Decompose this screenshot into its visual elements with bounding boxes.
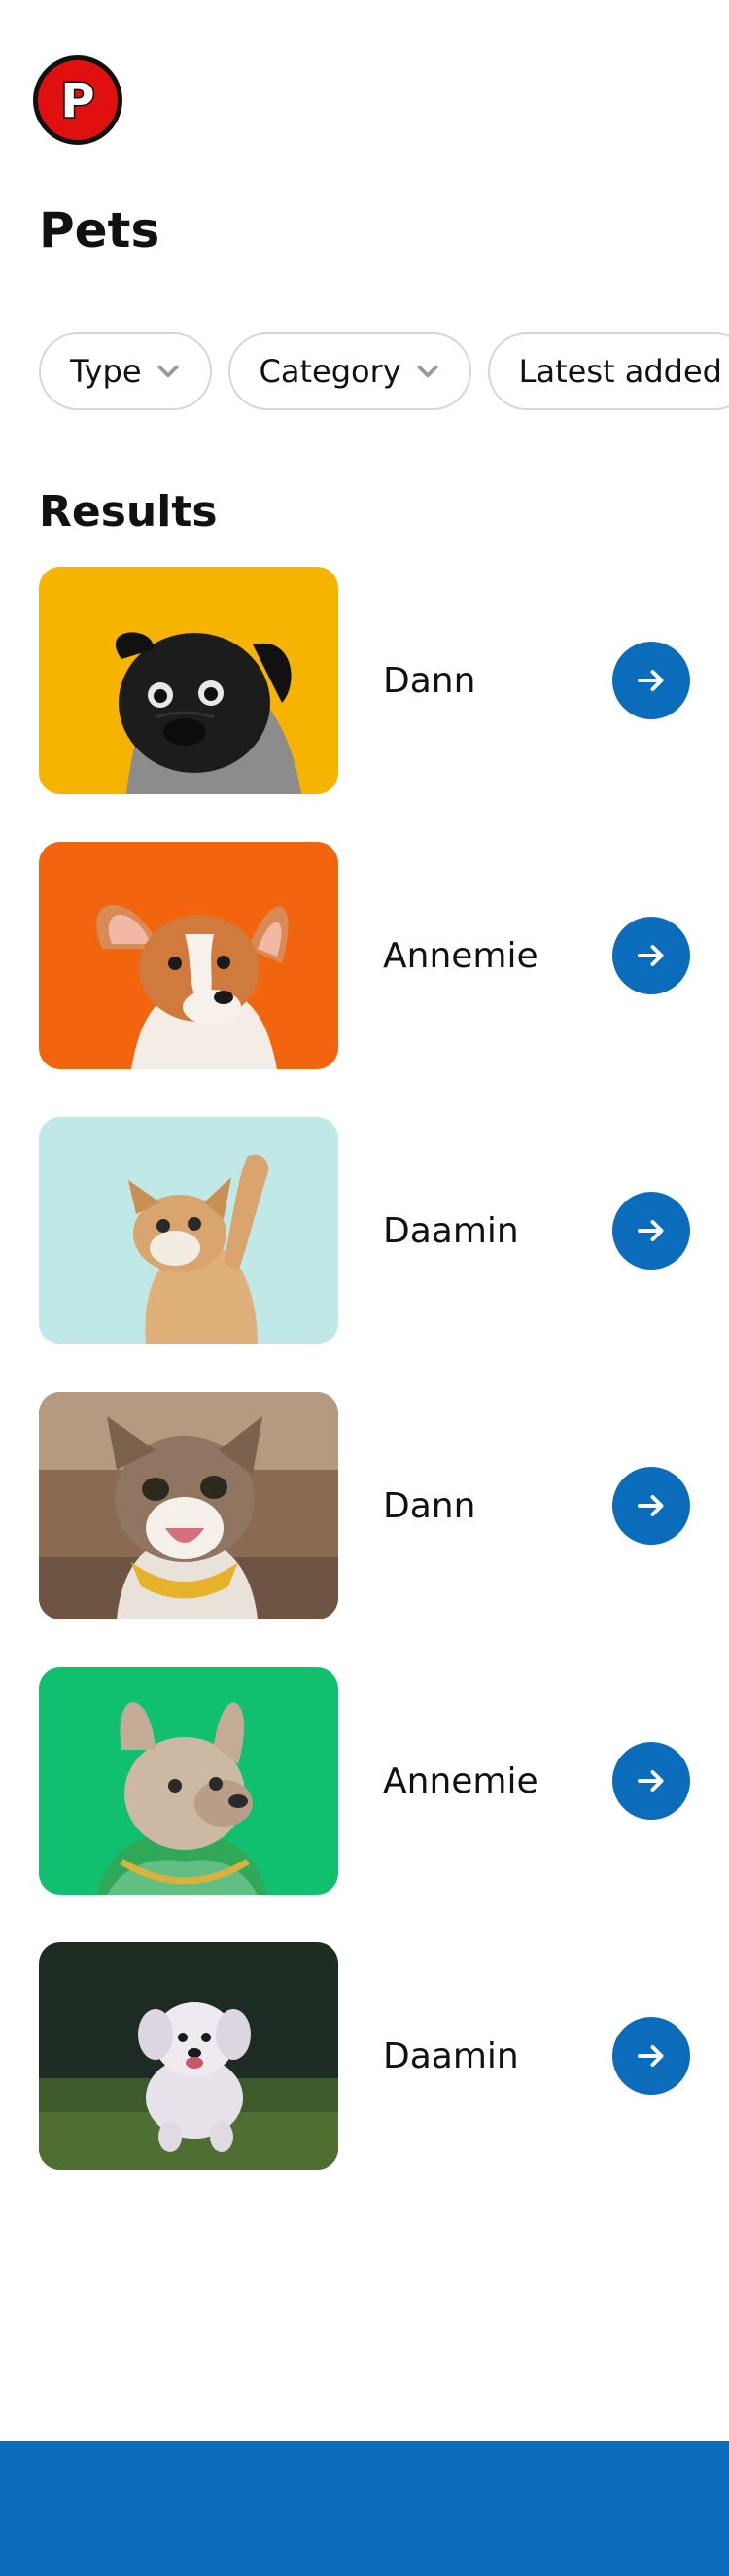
pet-photo[interactable] (39, 1942, 338, 2170)
open-pet-button[interactable] (612, 2017, 690, 2095)
list-item[interactable]: Dann (39, 567, 690, 794)
open-pet-button[interactable] (612, 1742, 690, 1820)
pet-name: Dann (383, 1485, 476, 1526)
pet-name: Daamin (383, 1210, 519, 1251)
pet-photo[interactable] (39, 1117, 338, 1344)
pet-photo[interactable] (39, 1667, 338, 1895)
list-item[interactable]: Annemie (39, 1667, 690, 1895)
pet-name: Annemie (383, 1760, 538, 1801)
pet-photo[interactable] (39, 842, 338, 1069)
logo-letter: P (59, 74, 96, 128)
list-item[interactable]: Annemie (39, 842, 690, 1069)
pet-photo[interactable] (39, 1392, 338, 1619)
pet-photo[interactable] (39, 567, 338, 794)
open-pet-button[interactable] (612, 917, 690, 994)
filter-latest-added-label: Latest added (518, 353, 722, 390)
filter-latest-added-button[interactable]: Latest added (487, 332, 729, 410)
list-item[interactable]: Daamin (39, 1117, 690, 1344)
open-pet-button[interactable] (612, 1192, 690, 1270)
filter-type-button[interactable]: Type (39, 332, 212, 410)
arrow-right-icon (638, 2045, 664, 2067)
results-title: Results (39, 487, 218, 537)
open-pet-button[interactable] (612, 1467, 690, 1545)
pet-name: Annemie (383, 935, 538, 976)
chevron-down-icon (415, 359, 440, 384)
list-item[interactable]: Daamin (39, 1942, 690, 2170)
page-title: Pets (39, 202, 160, 259)
arrow-right-icon (638, 1495, 664, 1516)
filter-category-label: Category (259, 353, 401, 390)
filter-category-button[interactable]: Category (227, 332, 471, 410)
open-pet-button[interactable] (612, 642, 690, 719)
pet-name: Dann (383, 660, 476, 701)
filter-type-label: Type (70, 353, 142, 390)
filter-bar: Type Category Latest added (39, 332, 729, 410)
chevron-down-icon (156, 359, 181, 384)
app-logo[interactable]: P (33, 55, 122, 145)
list-item[interactable]: Dann (39, 1392, 690, 1619)
arrow-right-icon (638, 1220, 664, 1241)
arrow-right-icon (638, 1770, 664, 1792)
arrow-right-icon (638, 670, 664, 691)
pet-name: Daamin (383, 2036, 519, 2076)
bottom-bar (0, 2441, 729, 2576)
arrow-right-icon (638, 945, 664, 966)
